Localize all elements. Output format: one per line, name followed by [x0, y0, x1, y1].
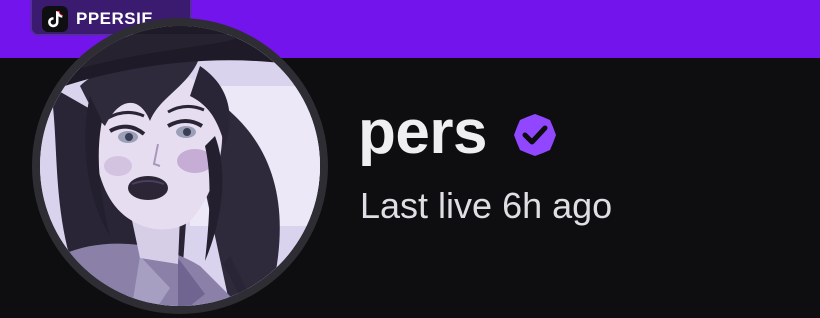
- verified-badge-icon: [513, 113, 557, 157]
- avatar[interactable]: [40, 26, 320, 306]
- avatar-illustration: [40, 26, 320, 306]
- tiktok-icon: [42, 6, 68, 32]
- channel-name[interactable]: pers: [358, 102, 487, 164]
- channel-header: PPERSIE pers Last live 6h ago: [0, 0, 820, 318]
- channel-name-row: pers: [358, 96, 557, 170]
- live-status-text: Last live 6h ago: [360, 185, 613, 226]
